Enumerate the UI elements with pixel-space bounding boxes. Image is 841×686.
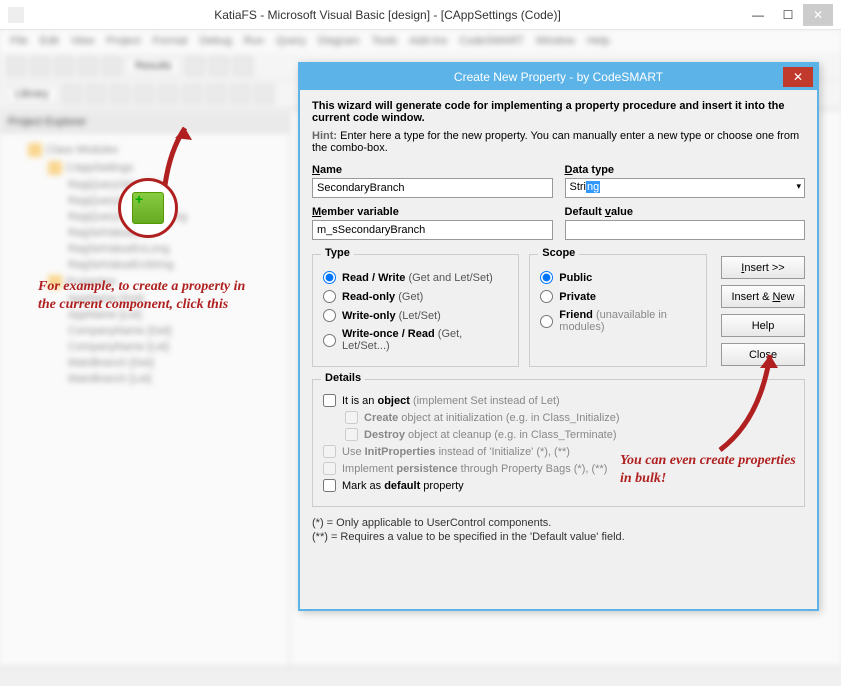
annotation-right: You can even create properties in bulk!	[620, 452, 800, 488]
footnote-1: (*) = Only applicable to UserControl com…	[312, 517, 805, 529]
datatype-combo[interactable]: String	[565, 178, 806, 198]
details-title: Details	[321, 372, 365, 384]
check-create-object: Create object at initialization (e.g. in…	[345, 411, 794, 424]
type-write-once-read[interactable]: Write-once / Read (Get, Let/Set...)	[323, 328, 508, 352]
dialog-intro: This wizard will generate code for imple…	[312, 100, 805, 124]
insert-new-button[interactable]: Insert & New	[721, 285, 805, 308]
member-label: Member variable	[312, 206, 553, 218]
default-label: Default value	[565, 206, 806, 218]
type-write-only[interactable]: Write-only (Let/Set)	[323, 309, 508, 322]
callout-icon-circle	[118, 178, 178, 238]
window-title: KatiaFS - Microsoft Visual Basic [design…	[32, 8, 743, 22]
dialog-titlebar[interactable]: Create New Property - by CodeSMART ✕	[300, 64, 817, 90]
datatype-label: Data type	[565, 164, 806, 176]
type-read-only[interactable]: Read-only (Get)	[323, 290, 508, 303]
scope-private[interactable]: Private	[540, 290, 696, 303]
scope-public[interactable]: Public	[540, 271, 696, 284]
dialog-hint: Hint: Enter here a type for the new prop…	[312, 130, 805, 154]
type-groupbox: Type Read / Write (Get and Let/Set) Read…	[312, 254, 519, 367]
close-dialog-button[interactable]: Close	[721, 343, 805, 366]
dialog-close-button[interactable]: ✕	[783, 67, 813, 87]
type-read-write[interactable]: Read / Write (Get and Let/Set)	[323, 271, 508, 284]
dialog-title: Create New Property - by CodeSMART	[454, 70, 663, 84]
check-destroy-object: Destroy object at cleanup (e.g. in Class…	[345, 428, 794, 441]
scope-group-title: Scope	[538, 247, 579, 259]
minimize-button[interactable]: —	[743, 4, 773, 26]
maximize-button[interactable]: ☐	[773, 4, 803, 26]
help-button[interactable]: Help	[721, 314, 805, 337]
scope-friend[interactable]: Friend (unavailable in modules)	[540, 309, 696, 333]
footnotes: (*) = Only applicable to UserControl com…	[312, 517, 805, 543]
footnote-2: (**) = Requires a value to be specified …	[312, 531, 805, 543]
insert-button[interactable]: Insert >>	[721, 256, 805, 279]
member-input[interactable]	[312, 220, 553, 240]
create-property-dialog: Create New Property - by CodeSMART ✕ Thi…	[298, 62, 819, 611]
app-icon	[8, 7, 24, 23]
create-property-icon	[132, 192, 164, 224]
annotation-left: For example, to create a property in the…	[38, 278, 258, 314]
name-label: Name	[312, 164, 553, 176]
type-group-title: Type	[321, 247, 354, 259]
close-button[interactable]: ✕	[803, 4, 833, 26]
main-titlebar: KatiaFS - Microsoft Visual Basic [design…	[0, 0, 841, 30]
scope-groupbox: Scope Public Private Friend (unavailable…	[529, 254, 707, 367]
check-is-object[interactable]: It is an object (implement Set instead o…	[323, 394, 794, 407]
default-input[interactable]	[565, 220, 806, 240]
name-input[interactable]	[312, 178, 553, 198]
